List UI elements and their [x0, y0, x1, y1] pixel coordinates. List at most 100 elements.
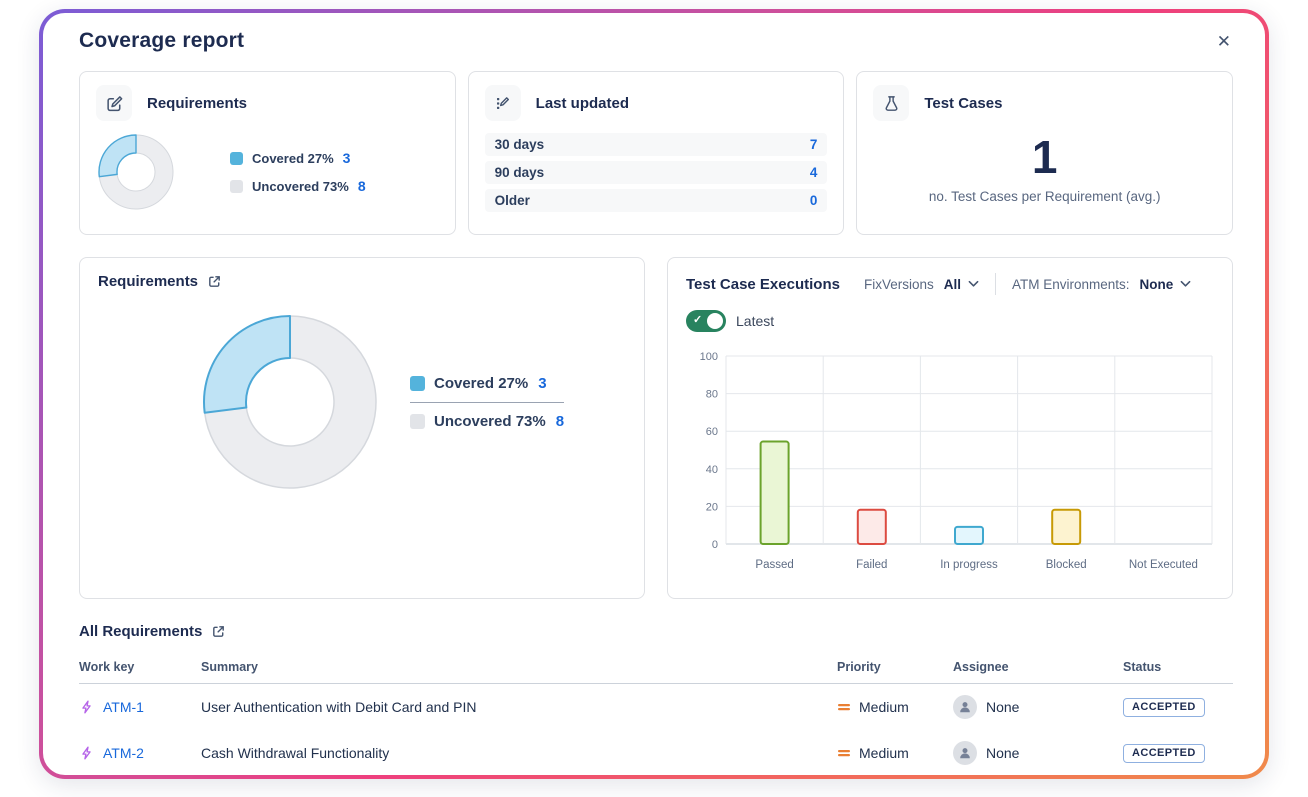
table-header-row: Work key Summary Priority Assignee Statu…	[79, 650, 1233, 684]
assignee-cell: None	[953, 695, 1123, 719]
legend-count[interactable]: 8	[358, 178, 366, 194]
last-updated-row-30d: 30 days 7	[485, 133, 828, 156]
atm-environments-dropdown[interactable]: None	[1140, 277, 1192, 292]
latest-toggle[interactable]: ✓	[686, 310, 726, 332]
summary-cards-row: Requirements Covered 27% 3 Uncovered 73%	[79, 71, 1233, 235]
fixversions-dropdown[interactable]: All	[944, 277, 979, 292]
list-edit-icon	[493, 94, 512, 113]
coverage-report-modal: Coverage report ✕ Requirements	[43, 13, 1265, 775]
external-link-icon[interactable]	[207, 274, 222, 289]
svg-text:Not Executed: Not Executed	[1129, 559, 1198, 571]
last-updated-rows: 30 days 7 90 days 4 Older 0	[485, 133, 828, 212]
section-title: Requirements	[98, 273, 198, 290]
summary-cell: Cash Withdrawal Functionality	[201, 745, 837, 761]
col-summary: Summary	[201, 660, 837, 674]
last-updated-row-90d: 90 days 4	[485, 161, 828, 184]
legend-count[interactable]: 3	[343, 150, 351, 166]
legend-count[interactable]: 3	[538, 375, 546, 392]
legend-label: Uncovered 73%	[252, 179, 349, 194]
uncovered-swatch	[410, 414, 425, 429]
fixversions-label: FixVersions	[864, 277, 934, 292]
modal-header: Coverage report ✕	[79, 29, 1233, 71]
executions-bar-chart: 020406080100PassedFailedIn progressBlock…	[686, 340, 1214, 578]
table-row: ATM-1 User Authentication with Debit Card…	[79, 684, 1233, 730]
svg-text:100: 100	[700, 351, 718, 363]
card-title: Test Cases	[924, 95, 1002, 112]
section-title: Test Case Executions	[686, 276, 840, 293]
divider	[995, 273, 996, 295]
legend-item-uncovered: Uncovered 73% 8	[230, 172, 366, 200]
card-title: Requirements	[147, 95, 247, 112]
page-title: Coverage report	[79, 29, 244, 53]
avatar	[953, 741, 977, 765]
flask-icon-tile	[873, 85, 909, 121]
requirements-summary-card: Requirements Covered 27% 3 Uncovered 73%	[79, 71, 456, 235]
priority-cell: Medium	[837, 745, 953, 761]
coverage-legend-large: Covered 27% 3 Uncovered 73% 8	[410, 365, 564, 440]
status-badge: ACCEPTED	[1123, 698, 1205, 717]
col-status: Status	[1123, 660, 1233, 674]
avatar	[953, 695, 977, 719]
status-cell: ACCEPTED	[1123, 698, 1233, 717]
col-assignee: Assignee	[953, 660, 1123, 674]
col-work-key: Work key	[79, 660, 201, 674]
summary-cell: User Authentication with Debit Card and …	[201, 699, 837, 715]
priority-cell: Medium	[837, 699, 953, 715]
test-cases-value: 1	[873, 129, 1216, 187]
legend-label: Uncovered 73%	[434, 413, 546, 430]
svg-text:Blocked: Blocked	[1046, 559, 1087, 571]
requirement-type-icon	[79, 699, 94, 715]
requirements-chart-card: Requirements Covered 27% 3	[79, 257, 645, 599]
work-key-link[interactable]: ATM-1	[103, 699, 144, 715]
legend-item-covered: Covered 27% 3	[410, 365, 564, 403]
covered-swatch	[410, 376, 425, 391]
status-badge: ACCEPTED	[1123, 744, 1205, 763]
svg-text:Failed: Failed	[856, 559, 887, 571]
status-cell: ACCEPTED	[1123, 744, 1233, 763]
requirement-type-icon	[79, 745, 94, 761]
table-row: ATM-2 Cash Withdrawal FunctionalityMedium…	[79, 730, 1233, 775]
coverage-report-modal-frame: Coverage report ✕ Requirements	[39, 9, 1269, 779]
last-updated-row-older: Older 0	[485, 189, 828, 212]
table-body: ATM-1 User Authentication with Debit Card…	[79, 684, 1233, 775]
flask-icon	[882, 94, 901, 113]
svg-text:60: 60	[706, 426, 718, 438]
legend-item-covered: Covered 27% 3	[230, 144, 366, 172]
coverage-donut-small	[96, 132, 176, 212]
charts-row: Requirements Covered 27% 3	[79, 257, 1233, 599]
close-icon[interactable]: ✕	[1209, 29, 1239, 54]
col-priority: Priority	[837, 660, 953, 674]
test-cases-card: Test Cases 1 no. Test Cases per Requirem…	[856, 71, 1233, 235]
work-key-link[interactable]: ATM-2	[103, 745, 144, 761]
check-icon: ✓	[693, 313, 702, 326]
svg-text:Passed: Passed	[755, 559, 793, 571]
chevron-down-icon	[1180, 280, 1191, 288]
executions-chart-card: Test Case Executions FixVersions All ATM…	[667, 257, 1233, 599]
latest-toggle-label: Latest	[736, 313, 774, 329]
chevron-down-icon	[968, 280, 979, 288]
svg-text:80: 80	[706, 389, 718, 401]
svg-text:40: 40	[706, 464, 718, 476]
priority-medium-icon	[837, 700, 851, 714]
covered-swatch	[230, 152, 243, 165]
svg-text:20: 20	[706, 501, 718, 513]
legend-item-uncovered: Uncovered 73% 8	[410, 403, 564, 440]
edit-icon-tile	[96, 85, 132, 121]
list-edit-icon-tile	[485, 85, 521, 121]
edit-icon	[105, 94, 124, 113]
all-requirements-section: All Requirements Work key Summary Priori…	[79, 623, 1233, 775]
assignee-cell: None	[953, 741, 1123, 765]
priority-medium-icon	[837, 746, 851, 760]
atm-environments-label: ATM Environments:	[1012, 277, 1130, 292]
card-title: Last updated	[536, 95, 629, 112]
requirements-table: Work key Summary Priority Assignee Statu…	[79, 650, 1233, 775]
toggle-knob	[707, 313, 723, 329]
legend-count[interactable]: 8	[556, 413, 564, 430]
external-link-icon[interactable]	[211, 624, 226, 639]
coverage-legend-small: Covered 27% 3 Uncovered 73% 8	[230, 144, 366, 200]
coverage-donut-large	[200, 312, 380, 492]
legend-label: Covered 27%	[252, 151, 334, 166]
uncovered-swatch	[230, 180, 243, 193]
last-updated-card: Last updated 30 days 7 90 days 4 Older 0	[468, 71, 845, 235]
test-cases-caption: no. Test Cases per Requirement (avg.)	[873, 189, 1216, 204]
